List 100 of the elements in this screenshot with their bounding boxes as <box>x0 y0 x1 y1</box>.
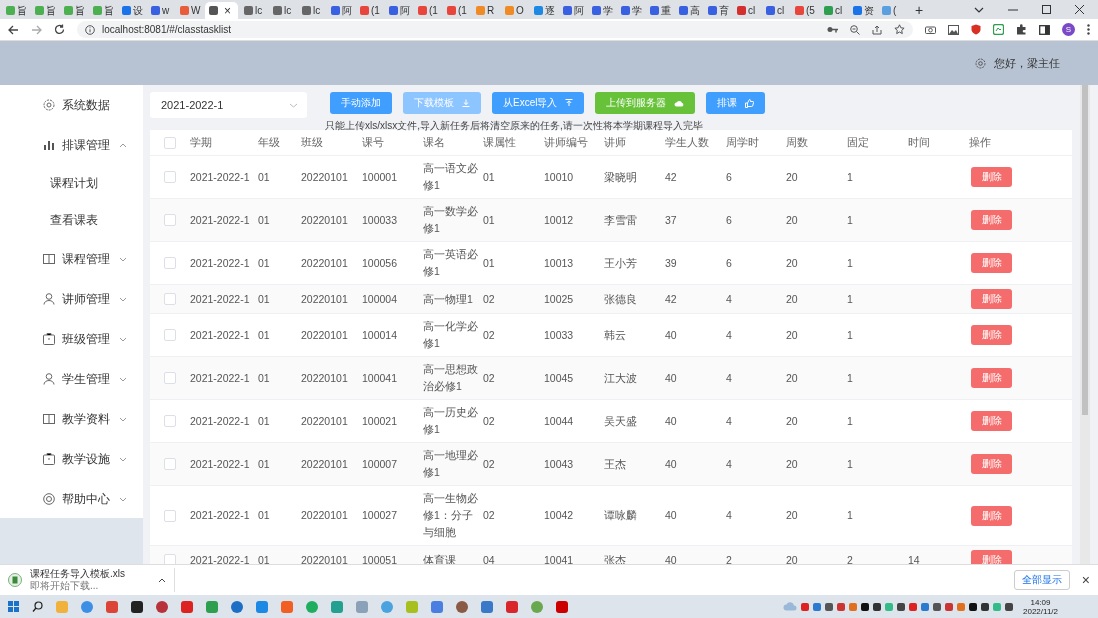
browser-tab[interactable]: (1 <box>356 2 383 19</box>
sidebar-subitem[interactable]: 课程计划 <box>0 165 98 202</box>
browser-tab[interactable]: ( <box>878 2 905 19</box>
cloud-icon <box>674 99 685 107</box>
row-checkbox[interactable] <box>164 554 176 564</box>
browser-tab[interactable]: 旨 <box>2 2 29 19</box>
show-all-button[interactable]: 全部显示 <box>1013 570 1070 590</box>
thumbs-up-icon <box>745 98 755 108</box>
browser-tab[interactable]: 阿 <box>385 2 412 19</box>
row-checkbox[interactable] <box>164 329 176 341</box>
sidebar-item[interactable]: 讲师管理 <box>0 279 143 319</box>
browser-tab[interactable]: 旨 <box>60 2 87 19</box>
browser-tab[interactable]: 学 <box>588 2 615 19</box>
table-cell: 01 <box>258 213 270 226</box>
info-icon[interactable] <box>85 24 95 35</box>
browser-tab[interactable]: cl <box>733 2 760 19</box>
minimize-icon[interactable] <box>1008 8 1018 11</box>
sidebar-item[interactable]: 班级管理 <box>0 319 143 359</box>
column-header: 课名 <box>423 135 446 150</box>
puzzle-icon[interactable] <box>1016 24 1027 35</box>
camera-icon[interactable] <box>925 25 936 34</box>
star-icon[interactable] <box>894 24 905 35</box>
browser-tab[interactable]: cl <box>762 2 789 19</box>
zoom-icon[interactable] <box>850 24 860 35</box>
sidebar-item[interactable]: 教学资料 <box>0 399 143 439</box>
back-icon[interactable] <box>8 24 19 35</box>
browser-tab[interactable]: 重 <box>646 2 673 19</box>
browser-tab[interactable]: 旨 <box>31 2 58 19</box>
browser-tab[interactable]: O <box>501 2 528 19</box>
sidebar-icon[interactable] <box>1039 24 1050 35</box>
chevron-down-icon[interactable] <box>974 6 984 13</box>
forward-icon[interactable] <box>31 24 42 35</box>
browser-tab[interactable]: 逐 <box>530 2 557 19</box>
browser-tab[interactable]: (1 <box>443 2 470 19</box>
settings-icon[interactable] <box>975 57 986 69</box>
browser-tab[interactable]: lc <box>298 2 325 19</box>
row-checkbox[interactable] <box>164 372 176 384</box>
caret-up-icon[interactable] <box>158 577 166 583</box>
row-checkbox[interactable] <box>164 214 176 226</box>
browser-tab[interactable]: 育 <box>704 2 731 19</box>
row-checkbox[interactable] <box>164 293 176 305</box>
table-cell: 20 <box>786 328 798 341</box>
more-icon[interactable] <box>1087 24 1090 35</box>
table-cell: 10010 <box>544 170 574 183</box>
browser-tab[interactable]: × <box>205 2 238 19</box>
browser-tab[interactable]: W <box>176 2 203 19</box>
column-header: 班级 <box>301 135 324 150</box>
sidebar-item[interactable]: 排课管理 <box>0 125 143 165</box>
sidebar-item[interactable]: 课程管理 <box>0 239 143 279</box>
share-icon[interactable] <box>872 24 882 35</box>
table-cell: 1 <box>847 457 853 470</box>
browser-tab[interactable]: R <box>472 2 499 19</box>
browser-tab[interactable]: 旨 <box>89 2 116 19</box>
image-icon[interactable] <box>948 24 959 35</box>
new-tab-button[interactable]: + <box>915 2 924 19</box>
sidebar-item[interactable]: 学生管理 <box>0 359 143 399</box>
table-cell: 20 <box>786 457 798 470</box>
browser-tab[interactable]: 高 <box>675 2 702 19</box>
select-all-checkbox[interactable] <box>164 136 176 149</box>
close-button[interactable]: × <box>1081 572 1090 588</box>
row-checkbox[interactable] <box>164 415 176 427</box>
address-field[interactable]: localhost:8081/#/classtasklist <box>77 21 913 38</box>
table-cell: 100027 <box>362 509 398 521</box>
browser-tab[interactable]: lc <box>240 2 267 19</box>
close-icon[interactable] <box>1075 5 1084 14</box>
table-cell: 40 <box>665 371 677 384</box>
person-icon <box>43 373 55 385</box>
browser-tab[interactable]: (1 <box>414 2 441 19</box>
sidebar-item[interactable]: 帮助中心 <box>0 479 143 519</box>
windows-start-icon[interactable] <box>8 601 19 612</box>
sidebar-item[interactable]: 系统数据 <box>0 85 143 125</box>
download-filename[interactable]: 课程任务导入模板.xls <box>30 568 150 580</box>
browser-tab[interactable]: 阿 <box>327 2 354 19</box>
scrollbar[interactable] <box>1080 85 1090 564</box>
table-cell: 1 <box>847 328 853 341</box>
row-checkbox[interactable] <box>164 171 176 183</box>
shield-icon[interactable] <box>971 24 981 35</box>
browser-tab[interactable]: (5 <box>791 2 818 19</box>
app-icon[interactable] <box>131 600 143 613</box>
row-checkbox[interactable] <box>164 257 176 269</box>
browser-tab[interactable]: lc <box>269 2 296 19</box>
browser-tab[interactable]: w <box>147 2 174 19</box>
key-icon[interactable] <box>827 26 838 33</box>
profile-avatar[interactable]: S <box>1062 23 1075 36</box>
browser-tab[interactable]: 设 <box>118 2 145 19</box>
download-status: 即将开始下载... <box>30 580 100 592</box>
maximize-icon[interactable] <box>1042 5 1051 14</box>
reload-icon[interactable] <box>54 24 65 35</box>
search-icon[interactable] <box>32 601 43 612</box>
browser-tab[interactable]: 阿 <box>559 2 586 19</box>
row-checkbox[interactable] <box>164 509 176 522</box>
term-select[interactable]: 2021-2022-1 <box>150 92 307 118</box>
sidebar-item[interactable]: 教学设施 <box>0 439 143 479</box>
extension-icon[interactable] <box>993 24 1004 35</box>
row-checkbox[interactable] <box>164 458 176 470</box>
table-cell: 2021-2022-1 <box>190 170 250 183</box>
browser-tab[interactable]: 学 <box>617 2 644 19</box>
browser-tab[interactable]: 资 <box>849 2 876 19</box>
sidebar-subitem[interactable]: 查看课表 <box>0 202 98 239</box>
browser-tab[interactable]: cl <box>820 2 847 19</box>
